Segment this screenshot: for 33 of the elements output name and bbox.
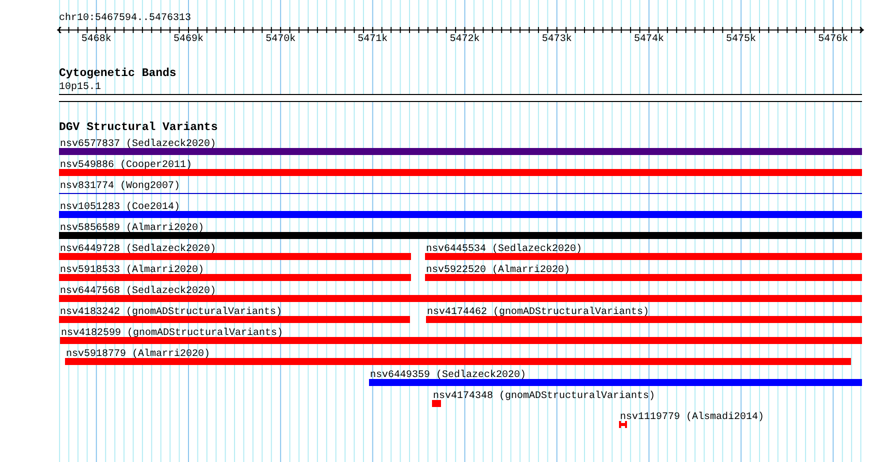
feature-bar[interactable] bbox=[432, 400, 441, 407]
feature-label: nsv4183242 (gnomADStructuralVariants) bbox=[60, 307, 282, 319]
feature-label: nsv1119779 (Alsmadi2014) bbox=[620, 412, 764, 424]
feature-label: nsv6447568 (Sedlazeck2020) bbox=[60, 286, 216, 298]
tick-label: 5475k bbox=[726, 34, 756, 46]
feature-label: nsv4182599 (gnomADStructuralVariants) bbox=[61, 328, 284, 340]
feature-label: nsv6449359 (Sedlazeck2020) bbox=[370, 370, 526, 382]
region-title: chr10:5467594..5476313 bbox=[59, 13, 192, 25]
track-title: DGV Structural Variants bbox=[59, 121, 218, 135]
tick-label: 5473k bbox=[542, 34, 572, 46]
tick-label: 5472k bbox=[450, 34, 480, 46]
track-title: Cytogenetic Bands bbox=[59, 67, 176, 81]
feature-label: nsv1051283 (Coe2014) bbox=[60, 202, 180, 214]
feature-label: nsv5918779 (Almarri2020) bbox=[66, 349, 210, 361]
feature-label: nsv6577837 (Sedlazeck2020) bbox=[60, 139, 216, 151]
feature-label: nsv831774 (Wong2007) bbox=[60, 181, 180, 193]
feature-label: nsv5856589 (Almarri2020) bbox=[60, 223, 204, 235]
feature-line[interactable] bbox=[59, 193, 862, 194]
feature-label: nsv6445534 (Sedlazeck2020) bbox=[426, 244, 582, 256]
feature-label: nsv4174348 (gnomADStructuralVariants) bbox=[432, 391, 656, 403]
band-label: 10p15.1 bbox=[59, 82, 102, 94]
feature-label: nsv549886 (Cooper2011) bbox=[60, 160, 192, 172]
feature-label: nsv4174462 (gnomADStructuralVariants) bbox=[427, 307, 650, 319]
feature-mark[interactable] bbox=[618, 421, 627, 428]
tick-label: 5469k bbox=[173, 34, 204, 46]
tick-label: 5468k bbox=[81, 34, 112, 46]
tick-label: 5470k bbox=[266, 34, 296, 46]
feature-label: nsv5918533 (Almarri2020) bbox=[60, 265, 204, 277]
tick-label: 5474k bbox=[634, 34, 664, 46]
feature-label: nsv5922520 (Almarri2020) bbox=[426, 265, 570, 277]
tick-label: 5471k bbox=[358, 34, 388, 46]
tick-label: 5476k bbox=[818, 34, 848, 46]
feature-label: nsv6449728 (Sedlazeck2020) bbox=[60, 244, 216, 256]
